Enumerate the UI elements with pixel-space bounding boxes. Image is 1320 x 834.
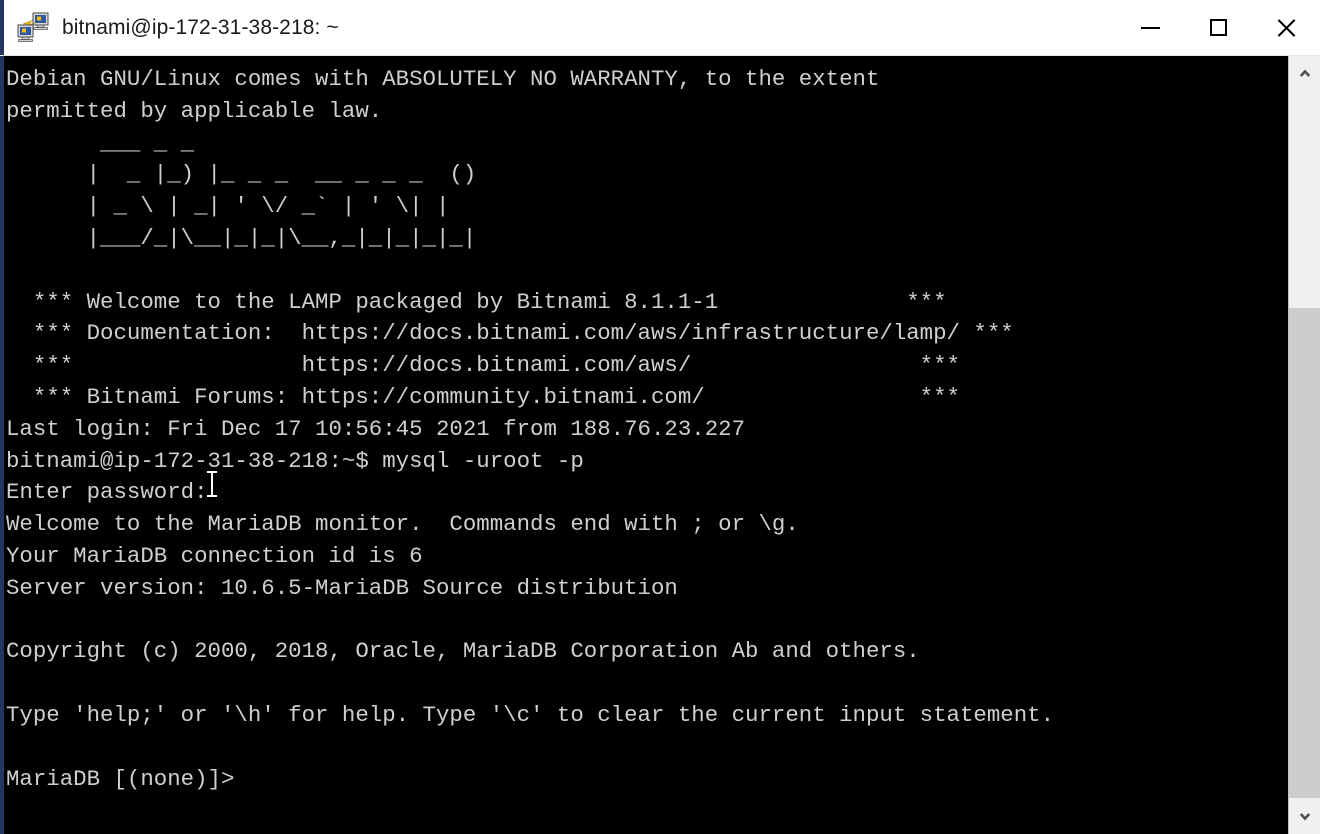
terminal-screen[interactable]: Debian GNU/Linux comes with ABSOLUTELY N… [4,56,1288,834]
titlebar-accent-stripe [0,0,4,55]
putty-window: bitnami@ip-172-31-38-218: ~ Debian GNU/L… [0,0,1320,834]
window-title: bitnami@ip-172-31-38-218: ~ [62,15,339,39]
scrollbar-thumb[interactable] [1289,92,1320,308]
window-controls [1116,0,1320,56]
terminal-body: Debian GNU/Linux comes with ABSOLUTELY N… [0,56,1320,834]
close-button[interactable] [1252,0,1320,56]
maximize-button[interactable] [1184,0,1252,56]
close-icon [1276,18,1296,38]
terminal-output: Debian GNU/Linux comes with ABSOLUTELY N… [6,66,1055,792]
maximize-icon [1209,19,1227,36]
putty-icon [16,11,50,45]
scrollbar-up-button[interactable] [1289,56,1320,92]
scrollbar-track[interactable] [1289,92,1320,798]
chevron-down-icon [1299,813,1310,821]
minimize-icon [1140,26,1160,29]
chevron-up-icon [1299,69,1310,77]
scrollbar-down-button[interactable] [1289,798,1320,834]
terminal-scrollbar[interactable] [1288,56,1320,834]
window-titlebar[interactable]: bitnami@ip-172-31-38-218: ~ [0,0,1320,56]
minimize-button[interactable] [1116,0,1184,56]
